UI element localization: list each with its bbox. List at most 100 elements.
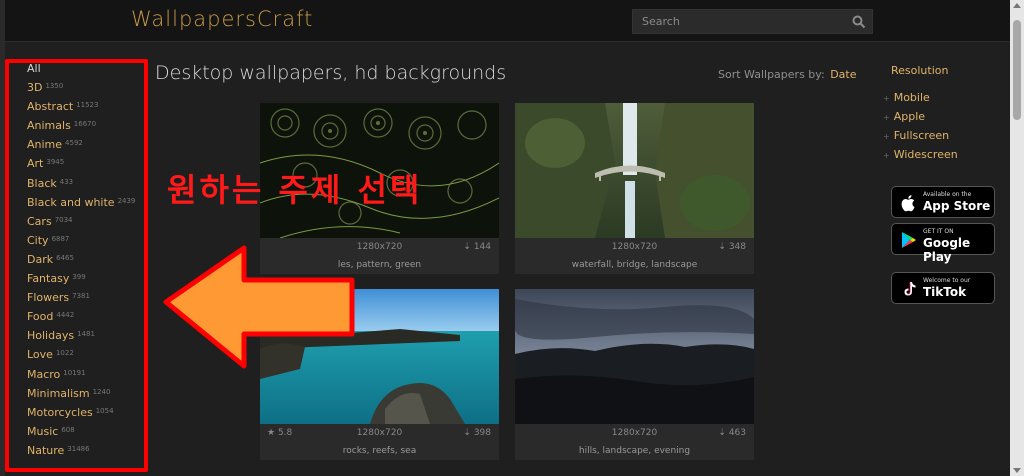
category-label: Black and white (27, 195, 115, 209)
category-all[interactable]: All (27, 59, 148, 78)
category-count: 31486 (67, 444, 90, 453)
category-item[interactable]: Flowers 7381 (27, 288, 148, 307)
category-item[interactable]: Motorcycles 1054 (27, 403, 148, 422)
category-count: 2439 (117, 196, 136, 205)
category-item[interactable]: Music 608 (27, 422, 148, 441)
google-play-icon (902, 232, 916, 248)
tiktok-badge[interactable]: Welcome to our TikTok (891, 272, 995, 304)
page-title: Desktop wallpapers, hd backgrounds (155, 62, 507, 84)
resolution-item[interactable]: + Mobile (883, 88, 958, 107)
category-count: 7381 (72, 292, 90, 301)
google-play-badge[interactable]: GET IT ON Google Play (891, 223, 995, 264)
wallpaper-tags[interactable]: hills, landscape, evening (515, 442, 754, 460)
category-item[interactable]: Animals 16670 (27, 116, 148, 135)
bullet-icon: + (883, 132, 890, 141)
category-item[interactable]: Cars 7034 (27, 212, 148, 231)
wallpaper-meta: ★ 5.8 1280x720 ⇣ 398 (260, 424, 499, 442)
resolution-label: Widescreen (893, 148, 958, 161)
category-label: Fantasy (27, 272, 70, 286)
category-label: Animals (27, 119, 71, 133)
scroll-up-icon[interactable] (1013, 3, 1021, 8)
app-store-badge[interactable]: Available on the App Store (891, 186, 995, 218)
wallpaper-meta: 1280x720 ⇣ 348 (515, 238, 754, 256)
wallpaper-thumbnail[interactable] (515, 103, 754, 238)
category-count: 10191 (63, 368, 86, 377)
download-count: ⇣ 463 (718, 428, 746, 438)
category-count: 16670 (73, 120, 97, 129)
badge-small-text: GET IT ON (923, 228, 954, 235)
category-item[interactable]: Love 1022 (27, 345, 148, 364)
category-item[interactable]: Fantasy 399 (27, 269, 148, 288)
scroll-down-icon[interactable] (1013, 468, 1021, 473)
category-count: 1350 (45, 82, 64, 91)
category-count: 1054 (95, 406, 114, 415)
wallpaper-tags[interactable]: rocks, reefs, sea (260, 442, 499, 460)
category-count: 6465 (56, 253, 74, 262)
category-count: 7034 (54, 215, 73, 224)
category-count: 4442 (56, 311, 75, 320)
category-count: 11523 (76, 101, 99, 110)
resolution-label: Mobile (893, 91, 930, 104)
download-count: ⇣ 348 (718, 242, 746, 252)
category-label: Minimalism (27, 386, 90, 400)
resolution-item[interactable]: + Apple (883, 107, 958, 126)
site-logo[interactable]: WallpapersCraft (131, 7, 313, 31)
resolution-item[interactable]: + Fullscreen (883, 126, 958, 145)
category-count: 433 (59, 177, 74, 186)
category-item[interactable]: Holidays 1481 (27, 326, 148, 345)
resolution-heading: Resolution (891, 64, 949, 77)
category-count: 608 (61, 425, 75, 434)
category-item[interactable]: Food 4442 (27, 307, 148, 326)
badge-big-text: App Store (923, 199, 991, 213)
wallpaper-tags[interactable]: waterfall, bridge, landscape (515, 256, 754, 274)
sort-label: Sort Wallpapers by: (718, 68, 825, 81)
wallpaper-meta: 1280x720 ⇣ 463 (515, 424, 754, 442)
category-label: Holidays (27, 329, 75, 343)
apple-icon (901, 195, 915, 212)
category-label: Art (27, 157, 44, 171)
scroll-thumb[interactable] (1013, 20, 1021, 120)
category-item[interactable]: Black 433 (27, 174, 148, 193)
category-label: Music (27, 424, 59, 438)
wallpaper-thumbnail[interactable] (515, 289, 754, 424)
category-label: Nature (27, 443, 65, 457)
category-item[interactable]: Anime 4592 (27, 135, 148, 154)
category-label: Black (27, 176, 57, 190)
resolution-label: Fullscreen (893, 129, 950, 142)
bullet-icon: + (883, 113, 890, 122)
category-label: Dark (27, 252, 54, 266)
category-label: Flowers (27, 291, 70, 305)
category-item[interactable]: Macro 10191 (27, 365, 148, 384)
badge-small-text: Welcome to our (923, 277, 971, 284)
sort-control: Sort Wallpapers by: Date (718, 68, 857, 81)
resolution-item[interactable]: + Widescreen (883, 145, 958, 164)
window-left-edge (0, 0, 5, 476)
search-input[interactable] (633, 10, 847, 33)
category-item[interactable]: Minimalism 1240 (27, 384, 148, 403)
category-label: Macro (27, 367, 61, 381)
sort-value-link[interactable]: Date (830, 68, 856, 81)
category-label: Love (27, 348, 53, 362)
category-item[interactable]: Dark 6465 (27, 250, 148, 269)
vertical-scrollbar[interactable] (1010, 0, 1024, 476)
category-item[interactable]: Art 3945 (27, 154, 148, 173)
category-label: Food (27, 310, 54, 324)
category-item[interactable]: 3D 1350 (27, 78, 148, 97)
bullet-icon: + (883, 151, 890, 160)
tiktok-icon (904, 282, 916, 296)
category-label: Anime (27, 138, 63, 152)
category-list: 3D 1350 Abstract 11523 Animals 16670 Anime 4592… (12, 78, 148, 460)
category-label: Abstract (27, 100, 74, 114)
category-count: 1481 (77, 330, 95, 339)
wallpaper-card[interactable]: 1280x720 ⇣ 348 waterfall, bridge, landsc… (515, 103, 754, 274)
category-count: 4592 (65, 139, 83, 148)
category-item[interactable]: Nature 31486 (27, 441, 148, 460)
category-item[interactable]: City 6887 (27, 231, 148, 250)
resolution-label: Apple (893, 110, 926, 123)
category-item[interactable]: Abstract 11523 (27, 97, 148, 116)
search-icon[interactable] (852, 15, 866, 29)
wallpaper-card[interactable]: 1280x720 ⇣ 463 hills, landscape, evening (515, 289, 754, 460)
resolution-list: + Mobile + Apple + Fullscreen + Widescreen (883, 88, 958, 164)
category-item[interactable]: Black and white 2439 (27, 193, 148, 212)
search-box (632, 9, 873, 34)
